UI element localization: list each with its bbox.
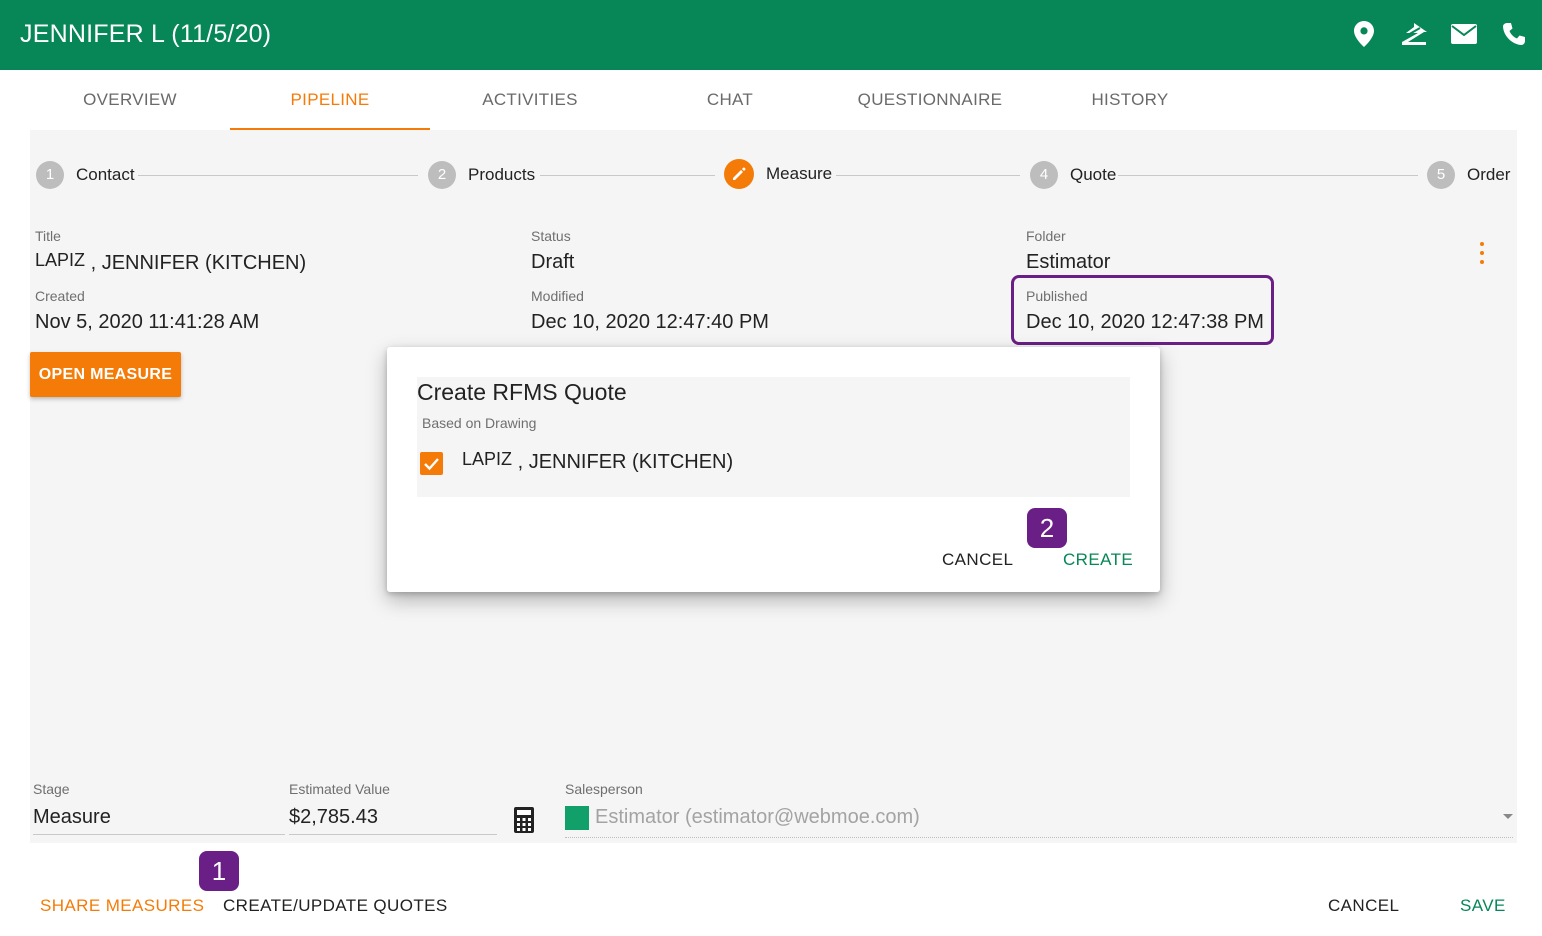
create-update-quotes-button[interactable]: CREATE/UPDATE QUOTES <box>223 896 448 916</box>
stage-underline <box>33 834 285 835</box>
dialog-cancel-button[interactable]: CANCEL <box>942 550 1013 570</box>
open-measure-button[interactable]: OPEN MEASURE <box>30 352 181 397</box>
phone-icon[interactable] <box>1500 20 1528 48</box>
zillow-icon[interactable] <box>1400 20 1428 48</box>
step-label: Quote <box>1070 165 1117 184</box>
step-contact[interactable]: 1 Contact <box>36 161 135 189</box>
status-value: Draft <box>531 251 575 273</box>
published-label: Published <box>1026 288 1088 304</box>
step-quote[interactable]: 4 Quote <box>1030 161 1116 189</box>
step-measure[interactable]: Measure <box>724 159 833 189</box>
location-pin-icon[interactable] <box>1350 20 1378 48</box>
checkmark-icon <box>424 458 439 471</box>
step-connector <box>1118 175 1418 176</box>
tab-bar: OVERVIEW PIPELINE ACTIVITIES CHAT QUESTI… <box>30 70 1230 130</box>
modified-label: Modified <box>531 288 584 304</box>
share-measures-button[interactable]: SHARE MEASURES <box>40 896 204 916</box>
tab-pipeline[interactable]: PIPELINE <box>230 70 430 130</box>
created-value: Nov 5, 2020 11:41:28 AM <box>35 311 260 333</box>
published-highlight <box>1011 275 1274 345</box>
status-label: Status <box>531 228 571 244</box>
mail-icon[interactable] <box>1450 20 1478 48</box>
chevron-down-icon[interactable] <box>1503 814 1513 819</box>
step-label: Measure <box>766 164 833 183</box>
calculator-icon[interactable] <box>513 806 535 834</box>
header-actions <box>1350 20 1528 48</box>
salesperson-underline <box>565 837 1513 838</box>
dialog-subtitle: Based on Drawing <box>422 415 537 431</box>
drawing-option-label: LAPIZ , JENNIFER (KITCHEN) <box>462 449 733 474</box>
step-connector <box>836 175 1020 176</box>
folder-value: Estimator <box>1026 251 1111 273</box>
dialog-create-button[interactable]: CREATE <box>1063 550 1133 570</box>
drawing-rest: , JENNIFER (KITCHEN) <box>517 451 734 473</box>
step-badge-1: 1 <box>199 851 239 891</box>
title-label: Title <box>35 228 61 244</box>
page-title: JENNIFER L (11/5/20) <box>20 20 272 48</box>
drawing-checkbox[interactable] <box>420 452 443 475</box>
tab-overview[interactable]: OVERVIEW <box>30 70 230 130</box>
save-button[interactable]: SAVE <box>1460 896 1506 916</box>
app-header: JENNIFER L (11/5/20) <box>0 0 1542 70</box>
title-last-name: LAPIZ <box>35 250 86 270</box>
salesperson-select[interactable]: Estimator (estimator@webmoe.com) <box>595 806 920 829</box>
step-number: 5 <box>1427 161 1455 189</box>
step-label: Products <box>468 165 536 184</box>
drawing-last-name: LAPIZ <box>462 449 513 469</box>
created-label: Created <box>35 288 85 304</box>
create-rfms-quote-dialog: Create RFMS Quote Based on Drawing LAPIZ… <box>387 347 1160 592</box>
modified-value: Dec 10, 2020 12:47:40 PM <box>531 311 769 333</box>
tab-activities[interactable]: ACTIVITIES <box>430 70 630 130</box>
more-options-icon[interactable] <box>1478 242 1486 264</box>
salesperson-label: Salesperson <box>565 781 643 797</box>
estimated-value-label: Estimated Value <box>289 781 390 797</box>
tab-chat[interactable]: CHAT <box>630 70 830 130</box>
step-number: 4 <box>1030 161 1058 189</box>
step-number: 2 <box>428 161 456 189</box>
estimated-value-underline <box>289 834 497 835</box>
stage-label: Stage <box>33 781 70 797</box>
published-value: Dec 10, 2020 12:47:38 PM <box>1026 311 1264 333</box>
step-label: Order <box>1467 165 1511 184</box>
tab-history[interactable]: HISTORY <box>1030 70 1230 130</box>
step-products[interactable]: 2 Products <box>428 161 535 189</box>
dialog-title: Create RFMS Quote <box>417 379 627 405</box>
estimated-value-field[interactable]: $2,785.43 <box>289 806 378 829</box>
salesperson-color-swatch <box>565 806 589 830</box>
tab-questionnaire[interactable]: QUESTIONNAIRE <box>830 70 1030 130</box>
folder-label: Folder <box>1026 228 1066 244</box>
step-label: Contact <box>76 165 135 184</box>
step-connector <box>138 175 418 176</box>
title-value: LAPIZ , JENNIFER (KITCHEN) <box>35 250 306 275</box>
title-rest: , JENNIFER (KITCHEN) <box>90 252 307 274</box>
step-number: 1 <box>36 161 64 189</box>
step-connector <box>540 175 715 176</box>
step-order[interactable]: 5 Order <box>1427 161 1510 189</box>
pencil-icon <box>724 159 754 189</box>
stage-value[interactable]: Measure <box>33 806 111 829</box>
cancel-button[interactable]: CANCEL <box>1328 896 1399 916</box>
step-badge-2: 2 <box>1027 508 1067 548</box>
